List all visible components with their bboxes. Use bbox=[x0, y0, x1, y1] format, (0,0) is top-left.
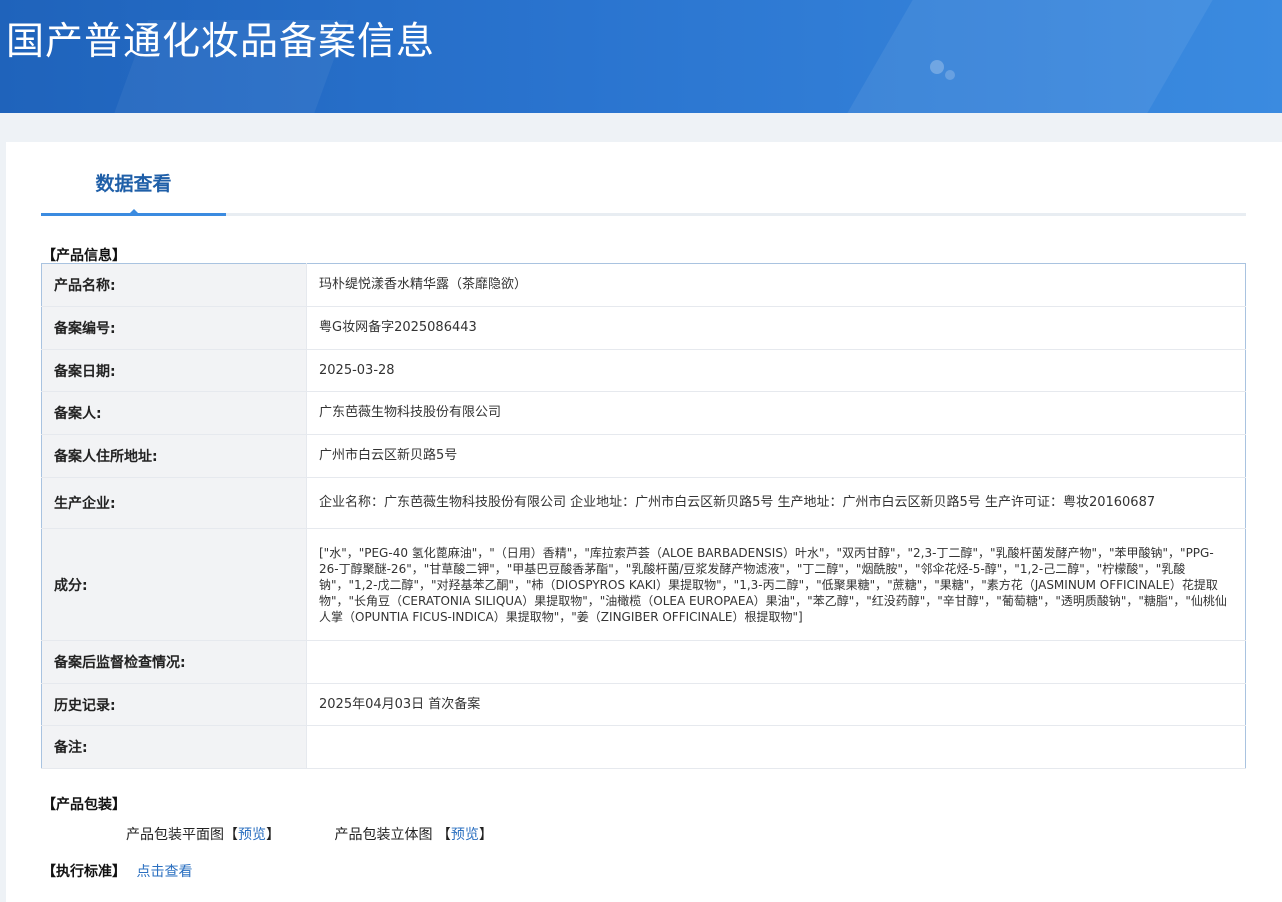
packaging-flat-preview-link[interactable]: 预览 bbox=[238, 827, 266, 843]
tab-active-indicator bbox=[127, 209, 141, 216]
standard-section-title: 【执行标准】 bbox=[42, 864, 126, 880]
row-value bbox=[306, 725, 1246, 769]
packaging-section-title: 【产品包装】 bbox=[42, 797, 126, 813]
row-value: 2025-03-28 bbox=[306, 349, 1246, 392]
header-banner: 国产普通化妆品备案信息 bbox=[0, 0, 1282, 113]
row-label: 备案日期: bbox=[41, 349, 307, 392]
bracket: 】 bbox=[266, 827, 280, 843]
product-info-section-title: 【产品信息】 bbox=[42, 248, 126, 264]
table-row: 备案后监督检查情况: bbox=[41, 640, 1246, 684]
packaging-flat: 产品包装平面图【预览】 bbox=[126, 824, 280, 844]
table-row: 备案日期: 2025-03-28 bbox=[41, 349, 1246, 392]
table-row: 备案人住所地址: 广州市白云区新贝路5号 bbox=[41, 434, 1246, 478]
bracket: 【 bbox=[436, 827, 451, 843]
standard-view-link[interactable]: 点击查看 bbox=[136, 864, 192, 880]
row-value: 粤G妆网备字2025086443 bbox=[306, 306, 1246, 350]
banner-decoration bbox=[847, 0, 1213, 113]
row-value: 2025年04月03日 首次备案 bbox=[306, 683, 1246, 726]
tab-bar: 数据查看 bbox=[41, 142, 1246, 216]
content-card: 数据查看 【产品信息】 产品名称: 玛朴缇悦漾香水精华露（茶靡隐欲） 备案编号:… bbox=[6, 142, 1282, 902]
table-row: 成分: ["水"，"PEG-40 氢化蓖麻油"，"（日用）香精"，"库拉索芦荟（… bbox=[41, 528, 1246, 641]
table-row: 备案人: 广东芭薇生物科技股份有限公司 bbox=[41, 391, 1246, 435]
product-info-table: 产品名称: 玛朴缇悦漾香水精华露（茶靡隐欲） 备案编号: 粤G妆网备字20250… bbox=[41, 263, 1246, 769]
table-row: 生产企业: 企业名称：广东芭薇生物科技股份有限公司 企业地址：广州市白云区新贝路… bbox=[41, 477, 1246, 529]
row-value: 玛朴缇悦漾香水精华露（茶靡隐欲） bbox=[306, 263, 1246, 307]
packaging-row: 产品包装平面图【预览】 产品包装立体图 【预览】 bbox=[126, 824, 543, 844]
packaging-solid: 产品包装立体图 【预览】 bbox=[334, 824, 492, 844]
packaging-solid-label: 产品包装立体图 bbox=[334, 827, 437, 843]
bracket: 【 bbox=[224, 827, 238, 843]
tab-data-view[interactable]: 数据查看 bbox=[41, 142, 226, 216]
row-value: ["水"，"PEG-40 氢化蓖麻油"，"（日用）香精"，"库拉索芦荟（ALOE… bbox=[306, 528, 1246, 641]
row-label: 备案人: bbox=[41, 391, 307, 435]
row-label: 备案后监督检查情况: bbox=[41, 640, 307, 684]
row-value: 广东芭薇生物科技股份有限公司 bbox=[306, 391, 1246, 435]
tab-label: 数据查看 bbox=[95, 173, 172, 195]
table-row: 历史记录: 2025年04月03日 首次备案 bbox=[41, 683, 1246, 726]
row-label: 历史记录: bbox=[41, 683, 307, 726]
page-title: 国产普通化妆品备案信息 bbox=[6, 19, 436, 63]
banner-decoration bbox=[945, 70, 955, 80]
row-label: 成分: bbox=[41, 528, 307, 641]
standard-row: 【执行标准】 点击查看 bbox=[42, 861, 192, 881]
bracket: 】 bbox=[478, 827, 493, 843]
row-value bbox=[306, 640, 1246, 684]
table-row: 备案编号: 粤G妆网备字2025086443 bbox=[41, 306, 1246, 350]
row-label: 产品名称: bbox=[41, 263, 307, 307]
row-value: 广州市白云区新贝路5号 bbox=[306, 434, 1246, 478]
packaging-solid-preview-link[interactable]: 预览 bbox=[451, 827, 479, 843]
table-row: 备注: bbox=[41, 725, 1246, 769]
row-label: 备案人住所地址: bbox=[41, 434, 307, 478]
table-row: 产品名称: 玛朴缇悦漾香水精华露（茶靡隐欲） bbox=[41, 263, 1246, 307]
row-value: 企业名称：广东芭薇生物科技股份有限公司 企业地址：广州市白云区新贝路5号 生产地… bbox=[306, 477, 1246, 529]
row-label: 生产企业: bbox=[41, 477, 307, 529]
banner-decoration bbox=[930, 60, 944, 74]
packaging-flat-label: 产品包装平面图 bbox=[126, 827, 224, 843]
row-label: 备案编号: bbox=[41, 306, 307, 350]
row-label: 备注: bbox=[41, 725, 307, 769]
